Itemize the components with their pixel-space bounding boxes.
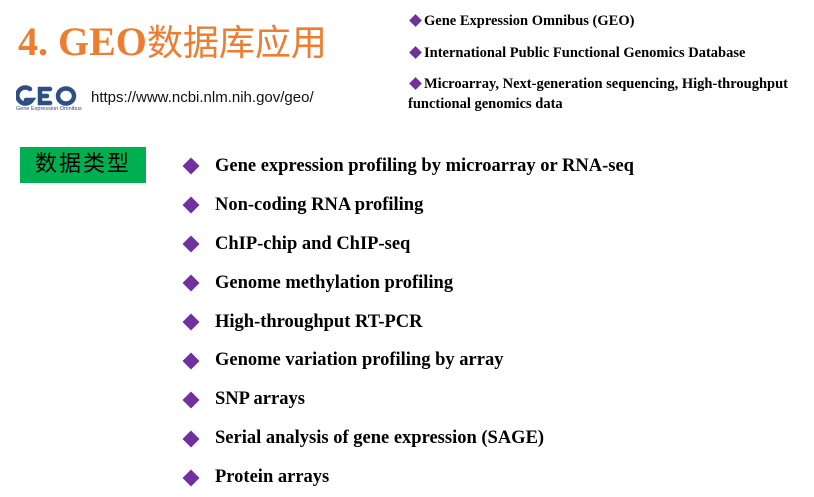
list-item: Serial analysis of gene expression (SAGE… [181,419,634,458]
list-item-label: Genome variation profiling by array [215,350,504,371]
diamond-bullet-icon [182,235,200,253]
diamond-bullet-icon [182,157,200,175]
list-item: Gene expression profiling by microarray … [181,147,634,186]
list-item-label: Genome methylation profiling [215,272,454,293]
fact-text: International Public Functional Genomics… [424,44,746,61]
list-item: ChIP-chip and ChIP-seq [181,225,634,264]
list-item: SNP arrays [181,380,634,419]
list-item: Genome variation profiling by array [181,341,634,380]
data-types-badge: 数据类型 [20,147,146,183]
list-item: Protein arrays [181,458,634,497]
diamond-bullet-icon [182,313,200,331]
diamond-bullet-icon [182,196,200,214]
geo-logo-icon: Gene Expression Omnibus [16,84,82,114]
diamond-bullet-icon [182,430,200,448]
list-item-label: Protein arrays [215,467,330,488]
logo-subtext: Gene Expression Omnibus [16,106,82,112]
geo-url-link[interactable]: https://www.ncbi.nlm.nih.gov/geo/ [91,89,314,106]
list-item-label: SNP arrays [215,389,305,410]
title-prefix: 4. GEO [18,19,147,64]
list-item: High-throughput RT-PCR [181,303,634,342]
fact-text: Microarray, Next-generation sequencing, … [408,76,788,112]
fact-text: Gene Expression Omnibus (GEO) [424,13,635,29]
diamond-bullet-icon [409,77,422,91]
list-item-label: Serial analysis of gene expression (SAGE… [215,428,545,449]
list-item: Genome methylation profiling [181,264,634,303]
list-item-label: ChIP-chip and ChIP-seq [215,233,411,254]
diamond-bullet-icon [182,274,200,292]
data-types-list: Gene expression profiling by microarray … [181,147,634,497]
fact-item: Gene Expression Omnibus (GEO) [408,11,812,31]
page-title: 4. GEO数据库应用 [18,14,327,72]
diamond-bullet-icon [182,469,200,487]
diamond-bullet-icon [182,391,200,409]
list-item-label: High-throughput RT-PCR [215,311,423,332]
facts-list: Gene Expression Omnibus (GEO) Internatio… [408,11,812,126]
list-item-label: Gene expression profiling by microarray … [215,155,634,176]
list-item-label: Non-coding RNA profiling [215,194,424,215]
title-cjk: 数据库应用 [146,23,327,64]
fact-item: International Public Functional Genomics… [408,43,812,63]
list-item: Non-coding RNA profiling [181,186,634,225]
diamond-bullet-icon [409,14,422,28]
diamond-bullet-icon [182,352,200,370]
diamond-bullet-icon [409,45,422,59]
fact-item: Microarray, Next-generation sequencing, … [408,74,812,114]
